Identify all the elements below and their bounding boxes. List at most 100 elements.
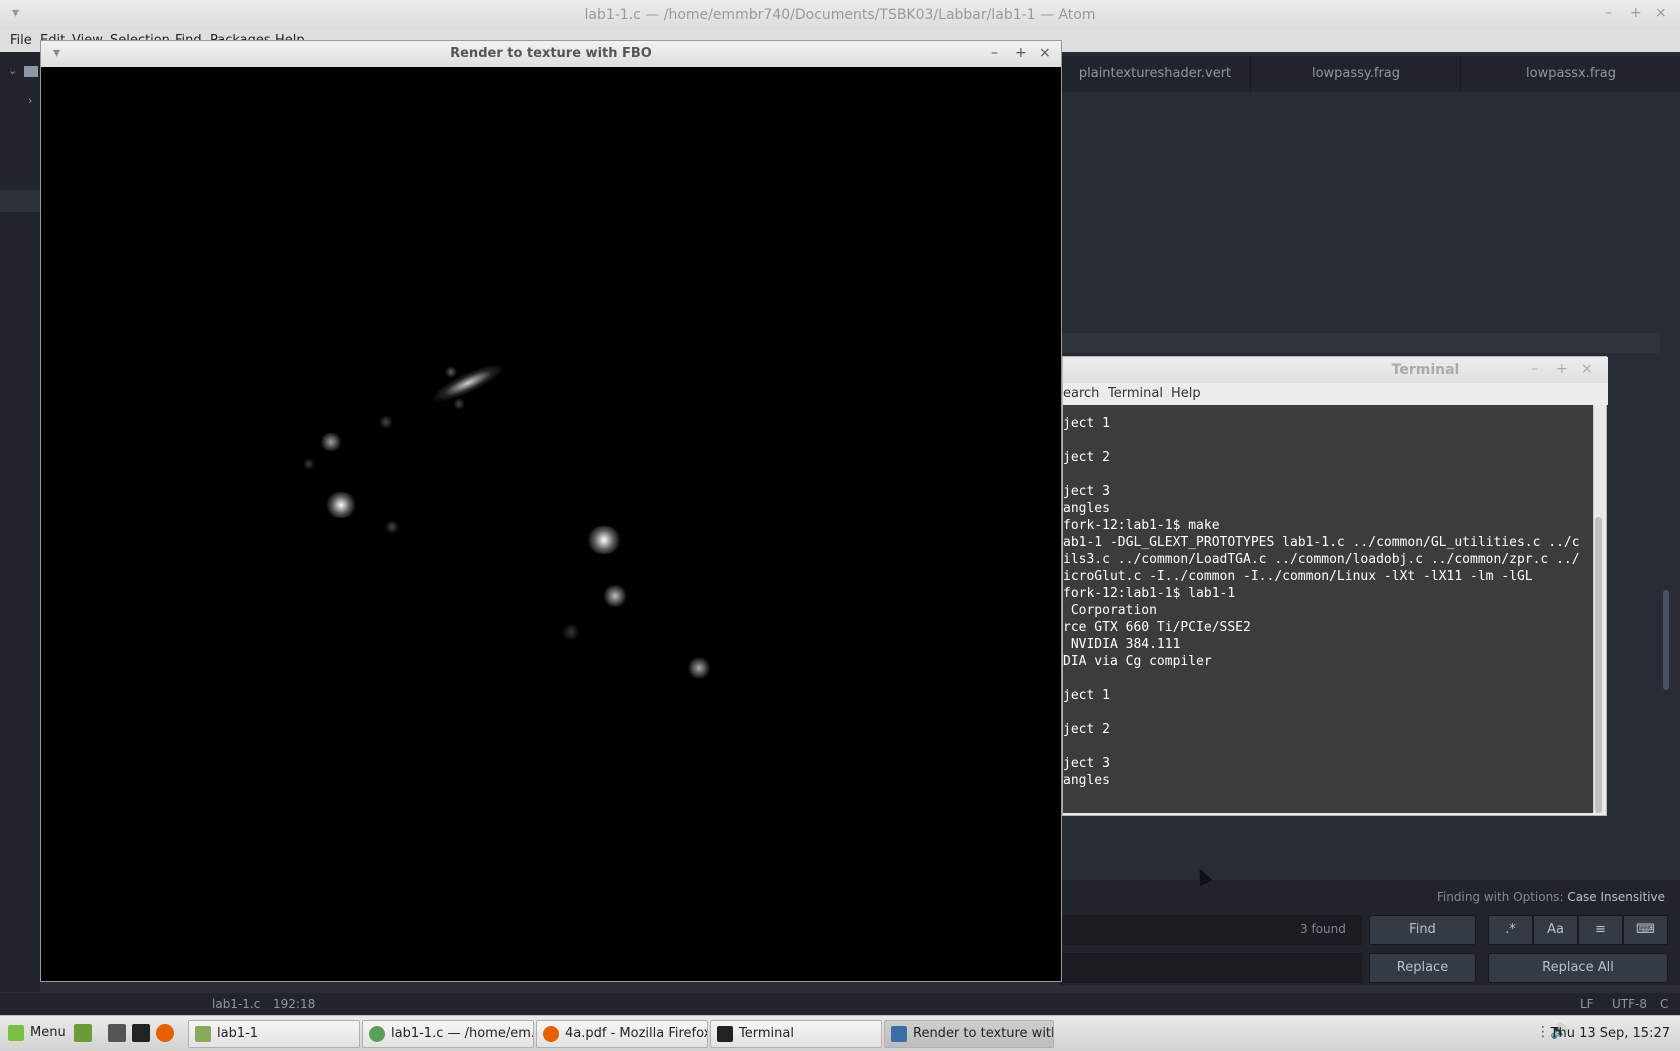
terminal-line: ject 3 xyxy=(1063,484,1110,499)
in-selection-toggle-icon[interactable]: ≡ xyxy=(1578,915,1623,945)
replace-all-button[interactable]: Replace All xyxy=(1488,953,1668,983)
terminal-window[interactable]: Terminal – + × earch Terminal Help ject … xyxy=(1062,356,1608,816)
terminal-line: fork-12:lab1-1$ make xyxy=(1063,518,1220,533)
regex-toggle-icon[interactable]: .* xyxy=(1488,915,1533,945)
terminal-menu-terminal[interactable]: Terminal xyxy=(1108,383,1163,405)
close-button[interactable]: × xyxy=(1655,5,1667,21)
terminal-line: icroGlut.c -I../common -I../common/Linux… xyxy=(1063,569,1533,584)
terminal-title: Terminal xyxy=(1391,362,1460,378)
replace-button[interactable]: Replace xyxy=(1369,953,1476,983)
terminal-menu-help[interactable]: Help xyxy=(1171,383,1201,405)
close-button[interactable]: × xyxy=(1581,361,1593,377)
tab-lowpassx[interactable]: lowpassx.frag xyxy=(1460,56,1680,92)
glow-spot xyxy=(303,458,315,470)
whole-word-toggle-icon[interactable]: ⌨ xyxy=(1623,915,1668,945)
atom-titlebar: ▾ lab1-1.c — /home/emmbr740/Documents/TS… xyxy=(0,0,1680,30)
tree-selected-row[interactable] xyxy=(0,190,40,212)
glow-spot xyxy=(379,415,393,429)
terminal-titlebar[interactable]: Terminal – + × xyxy=(1063,357,1608,383)
menu-file[interactable]: File xyxy=(10,30,32,52)
find-button[interactable]: Find xyxy=(1369,915,1476,945)
start-menu-button[interactable]: Menu xyxy=(2,1020,68,1046)
maximize-button[interactable]: + xyxy=(1015,45,1027,61)
editor-scrollbar[interactable] xyxy=(1663,590,1669,690)
clock[interactable]: Thu 13 Sep, 15:27 xyxy=(1551,1016,1670,1051)
case-sensitive-toggle-icon[interactable]: Aa xyxy=(1533,915,1578,945)
terminal-line: angles xyxy=(1063,773,1110,788)
taskbar-item-atom[interactable]: lab1-1.c — /home/em... xyxy=(362,1020,534,1048)
terminal-line: rce GTX 660 Ti/PCIe/SSE2 xyxy=(1063,620,1251,635)
minimize-button[interactable]: – xyxy=(991,45,998,61)
taskbar-item-label: lab1-1 xyxy=(217,1026,259,1041)
chevron-down-icon[interactable]: ⌄ xyxy=(8,64,17,77)
replace-input[interactable] xyxy=(1060,953,1362,983)
glow-spot xyxy=(324,492,358,518)
terminal-line: fork-12:lab1-1$ lab1-1 xyxy=(1063,586,1236,601)
terminal-line: NVIDIA 384.111 xyxy=(1063,637,1181,652)
terminal-line: ils3.c ../common/LoadTGA.c ../common/loa… xyxy=(1063,552,1580,567)
network-icon[interactable]: ⋮ xyxy=(1536,1024,1550,1040)
current-line-highlight xyxy=(1060,333,1660,353)
glow-spot xyxy=(585,526,623,554)
terminal-launcher-icon[interactable] xyxy=(132,1024,150,1042)
file-manager-launcher-icon[interactable] xyxy=(108,1024,126,1042)
status-bar: lab1-1.c 192:18 LF UTF-8 C xyxy=(0,993,1680,1015)
taskbar-item-label: Terminal xyxy=(739,1026,794,1041)
status-cursor-position[interactable]: 192:18 xyxy=(273,993,315,1015)
folder-icon xyxy=(195,1025,211,1042)
terminal-line: ject 1 xyxy=(1063,688,1110,703)
minimize-button[interactable]: – xyxy=(1531,361,1538,377)
window-menu-icon[interactable]: ▾ xyxy=(53,45,60,61)
render-window[interactable]: ▾ Render to texture with FBO – + × xyxy=(40,40,1062,982)
atom-icon xyxy=(369,1025,385,1042)
status-encoding[interactable]: UTF-8 xyxy=(1612,993,1647,1015)
firefox-launcher-icon[interactable] xyxy=(156,1024,174,1042)
window-icon xyxy=(891,1025,907,1042)
terminal-line: ab1-1 -DGL_GLEXT_PROTOTYPES lab1-1.c ../… xyxy=(1063,535,1580,550)
tab-bar: plaintextureshader.vert lowpassy.frag lo… xyxy=(1060,56,1680,92)
render-window-titlebar[interactable]: ▾ Render to texture with FBO – + × xyxy=(41,41,1061,67)
terminal-menubar: earch Terminal Help xyxy=(1063,383,1608,405)
glow-spot xyxy=(453,398,465,410)
taskbar-item-terminal[interactable]: Terminal xyxy=(710,1020,882,1048)
taskbar-item-lab1-1[interactable]: lab1-1 xyxy=(188,1020,360,1048)
taskbar-item-label: Render to texture with... xyxy=(913,1026,1053,1041)
terminal-line: DIA via Cg compiler xyxy=(1063,654,1212,669)
minimize-button[interactable]: – xyxy=(1605,5,1612,21)
taskbar: Menu lab1-1 lab1-1.c — /home/em... 4a.pd… xyxy=(0,1015,1680,1051)
render-canvas[interactable] xyxy=(43,68,1059,980)
glow-spot xyxy=(319,433,343,451)
terminal-line: ject 1 xyxy=(1063,416,1110,431)
tree-view[interactable]: ⌄ › xyxy=(0,52,40,992)
terminal-scroll-thumb[interactable] xyxy=(1595,517,1602,813)
folder-icon[interactable] xyxy=(24,66,38,77)
taskbar-item-firefox[interactable]: 4a.pdf - Mozilla Firefox xyxy=(536,1020,708,1048)
mint-logo-icon xyxy=(8,1024,24,1041)
tab-plaintextureshader[interactable]: plaintextureshader.vert xyxy=(1060,56,1250,92)
terminal-menu-search[interactable]: earch xyxy=(1063,383,1099,405)
status-file-name[interactable]: lab1-1.c xyxy=(212,993,260,1015)
tab-lowpassy[interactable]: lowpassy.frag xyxy=(1250,56,1461,92)
find-options-label: Finding with Options: xyxy=(1436,890,1564,904)
taskbar-item-render-window[interactable]: Render to texture with... xyxy=(884,1020,1054,1048)
glow-spot xyxy=(385,520,399,534)
glow-spot xyxy=(603,584,627,608)
atom-window-title: lab1-1.c — /home/emmbr740/Documents/TSBK… xyxy=(584,7,1096,23)
maximize-button[interactable]: + xyxy=(1630,5,1642,21)
window-menu-icon[interactable]: ▾ xyxy=(12,5,19,21)
glow-spot xyxy=(561,624,581,640)
terminal-line: ject 3 xyxy=(1063,756,1110,771)
chevron-right-icon[interactable]: › xyxy=(28,94,32,107)
find-options-value: Case Insensitive xyxy=(1567,890,1665,904)
glow-spot xyxy=(687,657,711,679)
terminal-line: ject 2 xyxy=(1063,450,1110,465)
terminal-line: ject 2 xyxy=(1063,722,1110,737)
show-desktop-icon[interactable] xyxy=(74,1024,92,1042)
status-grammar[interactable]: C xyxy=(1660,993,1668,1015)
terminal-line: Corporation xyxy=(1063,603,1157,618)
maximize-button[interactable]: + xyxy=(1556,361,1568,377)
terminal-output[interactable]: ject 1 ject 2 ject 3 angles fork-12:lab1… xyxy=(1063,405,1593,813)
start-menu-label: Menu xyxy=(30,1025,66,1040)
status-line-ending[interactable]: LF xyxy=(1580,993,1594,1015)
close-button[interactable]: × xyxy=(1039,45,1051,61)
